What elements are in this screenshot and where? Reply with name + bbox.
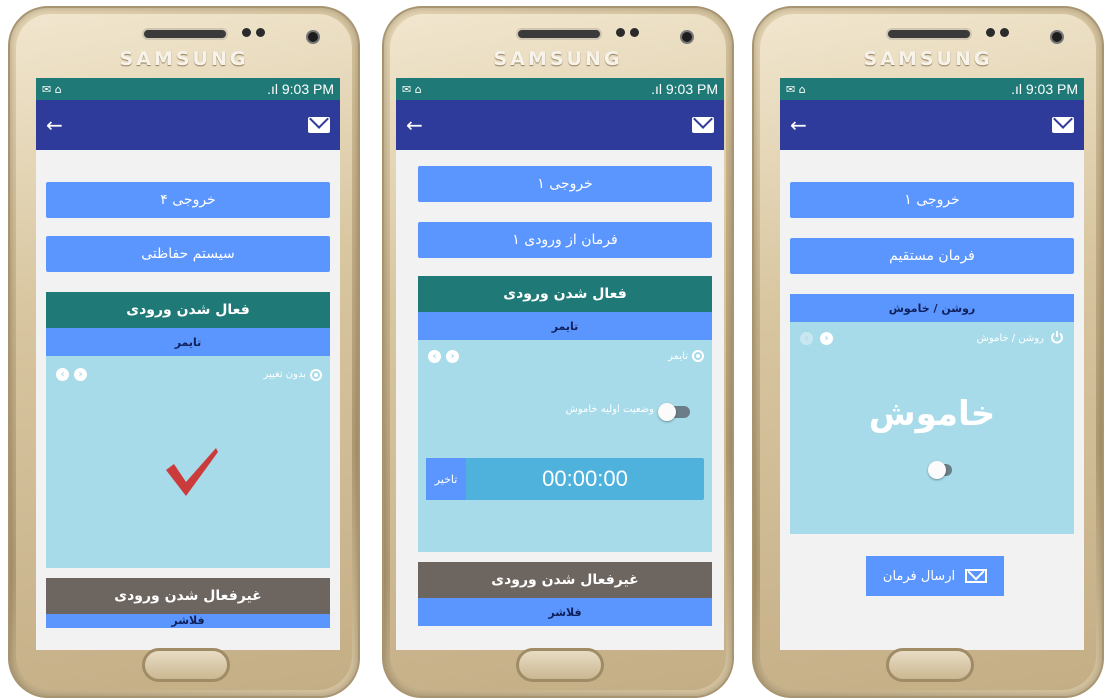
state-text: خاموش: [868, 394, 996, 434]
speaker-grille: [142, 28, 228, 40]
onoff-panel: ‹ › روشن / خاموش خاموش: [790, 322, 1074, 534]
app-bar: ←: [396, 100, 724, 150]
onoff-subheader: روشن / خاموش: [790, 294, 1074, 322]
sensor-dot: [616, 28, 625, 37]
status-bar: ✉ ⌂ .ıl 9:03 PM: [36, 78, 340, 100]
initial-state-toggle[interactable]: [658, 403, 690, 421]
onoff-toggle[interactable]: [928, 461, 952, 479]
phone-1: SAMSUNG ✉ ⌂ .ıl 9:03 PM ← خروجی ۴ سیستم …: [8, 6, 360, 698]
next-arrow-icon[interactable]: ›: [820, 332, 833, 345]
output-button[interactable]: خروجی ۴: [46, 182, 330, 218]
time-value[interactable]: 00:00:00: [466, 466, 704, 492]
notification-icons: ✉ ⌂: [402, 82, 422, 96]
brand-logo: SAMSUNG: [119, 48, 249, 70]
mode-button[interactable]: فرمان از ورودی ۱: [418, 222, 712, 258]
initial-state-label: وضعیت اولیه خاموش: [565, 404, 654, 415]
screen-1: ✉ ⌂ .ıl 9:03 PM ← خروجی ۴ سیستم حفاظتی ف…: [36, 78, 340, 650]
sensor-dot: [256, 28, 265, 37]
home-button[interactable]: [886, 648, 974, 682]
back-arrow-icon[interactable]: ←: [790, 113, 807, 137]
output-button[interactable]: خروجی ۱: [790, 182, 1074, 218]
no-change-label: بدون تغییر: [263, 369, 306, 380]
delay-timer[interactable]: تاخیر 00:00:00: [426, 458, 704, 500]
brand-logo: SAMSUNG: [863, 48, 993, 70]
prev-arrow-icon[interactable]: ‹: [56, 368, 69, 381]
inactive-input-header: غیرفعال شدن ورودی: [46, 578, 330, 614]
home-button[interactable]: [142, 648, 230, 682]
timer-icon[interactable]: [692, 350, 704, 362]
notification-icons: ✉ ⌂: [42, 82, 62, 96]
send-command-label: ارسال فرمان: [882, 568, 956, 584]
front-camera: [306, 30, 320, 44]
mail-icon[interactable]: [308, 117, 330, 133]
back-arrow-icon[interactable]: ←: [406, 113, 423, 137]
front-camera: [680, 30, 694, 44]
mode-button[interactable]: فرمان مستقیم: [790, 238, 1074, 274]
envelope-icon: [965, 569, 988, 583]
phone-3: SAMSUNG ✉ ⌂ .ıl 9:03 PM ← خروجی ۱ فرمان …: [752, 6, 1104, 698]
back-arrow-icon[interactable]: ←: [46, 113, 63, 137]
active-input-header: فعال شدن ورودی: [418, 276, 712, 312]
mail-icon[interactable]: [1052, 117, 1074, 133]
next-arrow-icon[interactable]: ›: [446, 350, 459, 363]
brand-logo: SAMSUNG: [493, 48, 623, 70]
next-arrow-icon[interactable]: ›: [74, 368, 87, 381]
delay-label: تاخیر: [426, 458, 466, 500]
speaker-grille: [516, 28, 602, 40]
send-command-button[interactable]: ارسال فرمان: [866, 556, 1004, 596]
front-camera: [1050, 30, 1064, 44]
status-time: .ıl 9:03 PM: [651, 81, 718, 97]
status-time: .ıl 9:03 PM: [267, 81, 334, 97]
prev-arrow-icon[interactable]: ‹: [428, 350, 441, 363]
screen-2: ✉ ⌂ .ıl 9:03 PM ← خروجی ۱ فرمان از ورودی…: [396, 78, 724, 650]
status-bar: ✉ ⌂ .ıl 9:03 PM: [780, 78, 1084, 100]
sensor-dot: [1000, 28, 1009, 37]
active-subheader: تایمر: [418, 312, 712, 340]
status-bar: ✉ ⌂ .ıl 9:03 PM: [396, 78, 724, 100]
notification-icons: ✉ ⌂: [786, 82, 806, 96]
output-button[interactable]: خروجی ۱: [418, 166, 712, 202]
timer-label: تایمر: [668, 351, 688, 362]
app-bar: ←: [36, 100, 340, 150]
mode-button[interactable]: سیستم حفاظتی: [46, 236, 330, 272]
active-panel: ‹ › تایمر وضعیت اولیه خاموش تاخیر 00:00:…: [418, 340, 712, 552]
sensor-dot: [630, 28, 639, 37]
speaker-grille: [886, 28, 972, 40]
power-icon[interactable]: [1050, 330, 1064, 344]
phone-2: SAMSUNG ✉ ⌂ .ıl 9:03 PM ← خروجی ۱ فرمان …: [382, 6, 734, 698]
mail-icon[interactable]: [692, 117, 714, 133]
prev-arrow-icon[interactable]: ‹: [800, 332, 813, 345]
app-bar: ←: [780, 100, 1084, 150]
sensor-dot: [986, 28, 995, 37]
radio-icon[interactable]: [310, 369, 322, 381]
sensor-dot: [242, 28, 251, 37]
active-subheader: تایمر: [46, 328, 330, 356]
active-panel: ‹ › بدون تغییر: [46, 356, 330, 568]
screen-3: ✉ ⌂ .ıl 9:03 PM ← خروجی ۱ فرمان مستقیم ر…: [780, 78, 1084, 650]
inactive-subheader: فلاشر: [418, 598, 712, 626]
status-time: .ıl 9:03 PM: [1011, 81, 1078, 97]
active-input-header: فعال شدن ورودی: [46, 292, 330, 328]
inactive-subheader: فلاشر: [46, 614, 330, 628]
onoff-label: روشن / خاموش: [976, 333, 1044, 344]
stage: SAMSUNG ✉ ⌂ .ıl 9:03 PM ← خروجی ۴ سیستم …: [0, 0, 1106, 700]
inactive-input-header: غیرفعال شدن ورودی: [418, 562, 712, 598]
checkmark-icon: [166, 448, 218, 496]
home-button[interactable]: [516, 648, 604, 682]
